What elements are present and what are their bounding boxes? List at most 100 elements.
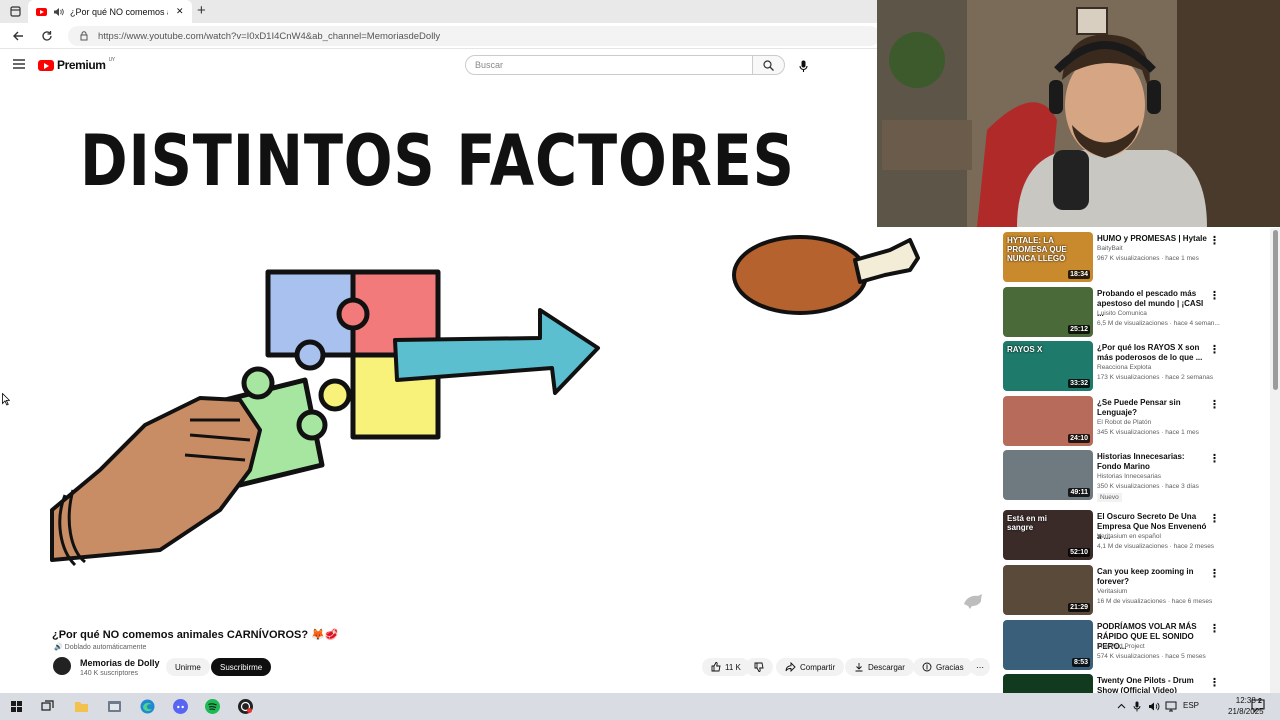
video-thumbnail[interactable] [1003,674,1093,693]
scrollbar[interactable] [1270,228,1280,693]
webcam-person-image [877,0,1280,227]
recommended-video-title[interactable]: ¿Por qué los RAYOS X son más poderosos d… [1097,343,1209,363]
youtube-premium-logo[interactable]: Premium UY [38,57,115,72]
video-options-icon[interactable]: ⋮ [1209,622,1220,635]
thumbs-up-icon [711,662,721,672]
recommended-video-title[interactable]: Can you keep zooming in forever? [1097,567,1209,587]
video-thumbnail[interactable]: RAYOS X 33:32 [1003,341,1093,391]
share-button[interactable]: Compartir [776,658,845,676]
input-language[interactable]: ESP [1183,701,1199,710]
volume-tray-icon[interactable] [1148,701,1160,712]
recommended-video-channel[interactable]: Luisito Comunica [1097,310,1147,317]
dislike-button[interactable] [745,658,773,676]
video-duration: 8:53 [1071,658,1090,667]
reload-icon[interactable] [41,30,53,42]
recommended-video-item[interactable]: 8:53 PODRÍAMOS VOLAR MÁS RÁPIDO QUE EL SO… [1003,616,1270,670]
obs-recording-icon[interactable] [237,698,254,715]
thanks-button[interactable]: Gracias [913,658,973,676]
like-button[interactable]: 11 K [702,658,750,676]
recommended-video-title[interactable]: HUMO y PROMESAS | Hytale [1097,234,1209,244]
video-thumbnail[interactable]: 49:11 [1003,450,1093,500]
recommended-video-channel[interactable]: Historias Innecesarias [1097,473,1161,480]
recommended-video-channel[interactable]: BaityBait [1097,245,1123,252]
dubbed-text: Doblado automáticamente [64,644,147,651]
file-explorer-icon[interactable] [73,698,90,715]
video-duration: 52:10 [1068,548,1090,557]
more-actions-button[interactable]: ⋯ [970,658,990,676]
recommended-video-meta: 345 K visualizaciones · hace 1 mes [1097,429,1199,436]
menu-icon[interactable] [13,59,25,69]
voice-search-button[interactable] [792,55,814,77]
scrollbar-thumb[interactable] [1273,230,1278,390]
show-hidden-icons-chevron-icon[interactable] [1117,702,1126,711]
search-placeholder: Buscar [475,60,504,70]
recommended-video-item[interactable]: 21:29 Can you keep zooming in forever? Ver… [1003,561,1270,615]
tab-actions-icon[interactable] [10,6,21,17]
browser-tab-bar: ¿Por qué NO comemos animales CARNÍVOROS?… [0,0,878,23]
recommended-video-meta: 967 K visualizaciones · hace 1 mes [1097,255,1199,262]
speaker-icon[interactable] [53,7,64,17]
active-tab[interactable]: ¿Por qué NO comemos animales CARNÍVOROS?… [28,0,192,23]
windows-start-icon[interactable] [8,698,25,715]
recommended-video-item[interactable]: RAYOS X 33:32 ¿Por qué los RAYOS X son más… [1003,337,1270,391]
channel-name[interactable]: Memorias de Dolly [80,658,160,668]
video-thumbnail[interactable]: 21:29 [1003,565,1093,615]
edge-browser-icon[interactable] [139,698,156,715]
subscribe-button[interactable]: Suscribirme [211,658,272,676]
video-player[interactable]: DISTINTOS FACTORES [0,90,990,620]
thumbs-down-icon [754,662,764,672]
task-view-icon[interactable] [39,698,56,715]
microphone-tray-icon[interactable] [1133,701,1141,712]
url-field[interactable]: https://www.youtube.com/watch?v=I0xD1I4C… [68,26,880,46]
recommended-video-item[interactable]: 24:10 ¿Se Puede Pensar sin Lenguaje? El Ro… [1003,392,1270,446]
video-thumbnail[interactable]: 24:10 [1003,396,1093,446]
lock-icon[interactable] [80,31,88,41]
video-options-icon[interactable]: ⋮ [1209,452,1220,465]
microphone-icon [798,60,808,72]
video-options-icon[interactable]: ⋮ [1209,343,1220,356]
new-tab-icon[interactable]: + [197,2,206,19]
video-options-icon[interactable]: ⋮ [1209,398,1220,411]
video-options-icon[interactable]: ⋮ [1209,567,1220,580]
youtube-logo-icon [38,59,54,71]
search-input[interactable]: Buscar [465,55,753,75]
video-options-icon[interactable]: ⋮ [1209,234,1220,247]
recommended-video-item[interactable]: 49:11 Historias Innecesarias: Fondo Marin… [1003,446,1270,502]
spotify-icon[interactable] [204,698,221,715]
recommended-video-item[interactable]: 25:12 Probando el pescado más apestoso de… [1003,283,1270,337]
recommended-video-item[interactable]: HYTALE: LA PROMESA QUE NUNCA LLEGÓ 18:34 H… [1003,228,1270,282]
close-tab-icon[interactable]: ✕ [176,6,184,17]
channel-avatar[interactable] [53,657,71,675]
recommended-video-title[interactable]: ¿Se Puede Pensar sin Lenguaje? [1097,398,1209,418]
recommended-video-item[interactable]: Twenty One Pilots - Drum Show (Official … [1003,670,1270,693]
video-options-icon[interactable]: ⋮ [1209,512,1220,525]
video-thumbnail[interactable]: Está en mi sangre 52:10 [1003,510,1093,560]
back-arrow-icon[interactable] [12,30,24,42]
search-button[interactable] [752,55,785,75]
video-options-icon[interactable]: ⋮ [1209,676,1220,689]
thanks-label: Gracias [936,662,964,672]
recommended-video-channel[interactable]: Veritasium en español [1097,533,1161,540]
recommended-video-channel[interactable]: El Robot de Platón [1097,419,1151,426]
recommended-video-channel[interactable]: Veritasium [1097,588,1127,595]
recommended-video-channel[interactable]: The Wild Project [1097,643,1145,650]
network-tray-icon[interactable] [1165,701,1177,712]
recommended-video-title[interactable]: Twenty One Pilots - Drum Show (Official … [1097,676,1209,693]
video-thumbnail[interactable]: HYTALE: LA PROMESA QUE NUNCA LLEGÓ 18:34 [1003,232,1093,282]
download-label: Descargar [868,662,905,672]
dubbed-label: 🔊 Doblado automáticamente [54,643,146,651]
video-options-icon[interactable]: ⋮ [1209,289,1220,302]
recommended-video-title[interactable]: Historias Innecesarias: Fondo Marino [1097,452,1209,472]
channel-watermark-icon[interactable] [962,592,984,610]
discord-app-icon[interactable] [172,698,189,715]
video-thumbnail[interactable]: 25:12 [1003,287,1093,337]
download-icon [855,663,863,672]
join-button[interactable]: Unirme [166,658,210,676]
download-button[interactable]: Descargar [845,658,914,676]
recommended-video-item[interactable]: Está en mi sangre 52:10 El Oscuro Secreto … [1003,506,1270,560]
dubbed-icon: 🔊 [54,644,63,651]
recommended-video-channel[interactable]: Reacciona Explota [1097,364,1151,371]
subscriber-count: 140 K suscriptores [80,670,138,677]
video-thumbnail[interactable]: 8:53 [1003,620,1093,670]
app-window-icon[interactable] [106,698,123,715]
